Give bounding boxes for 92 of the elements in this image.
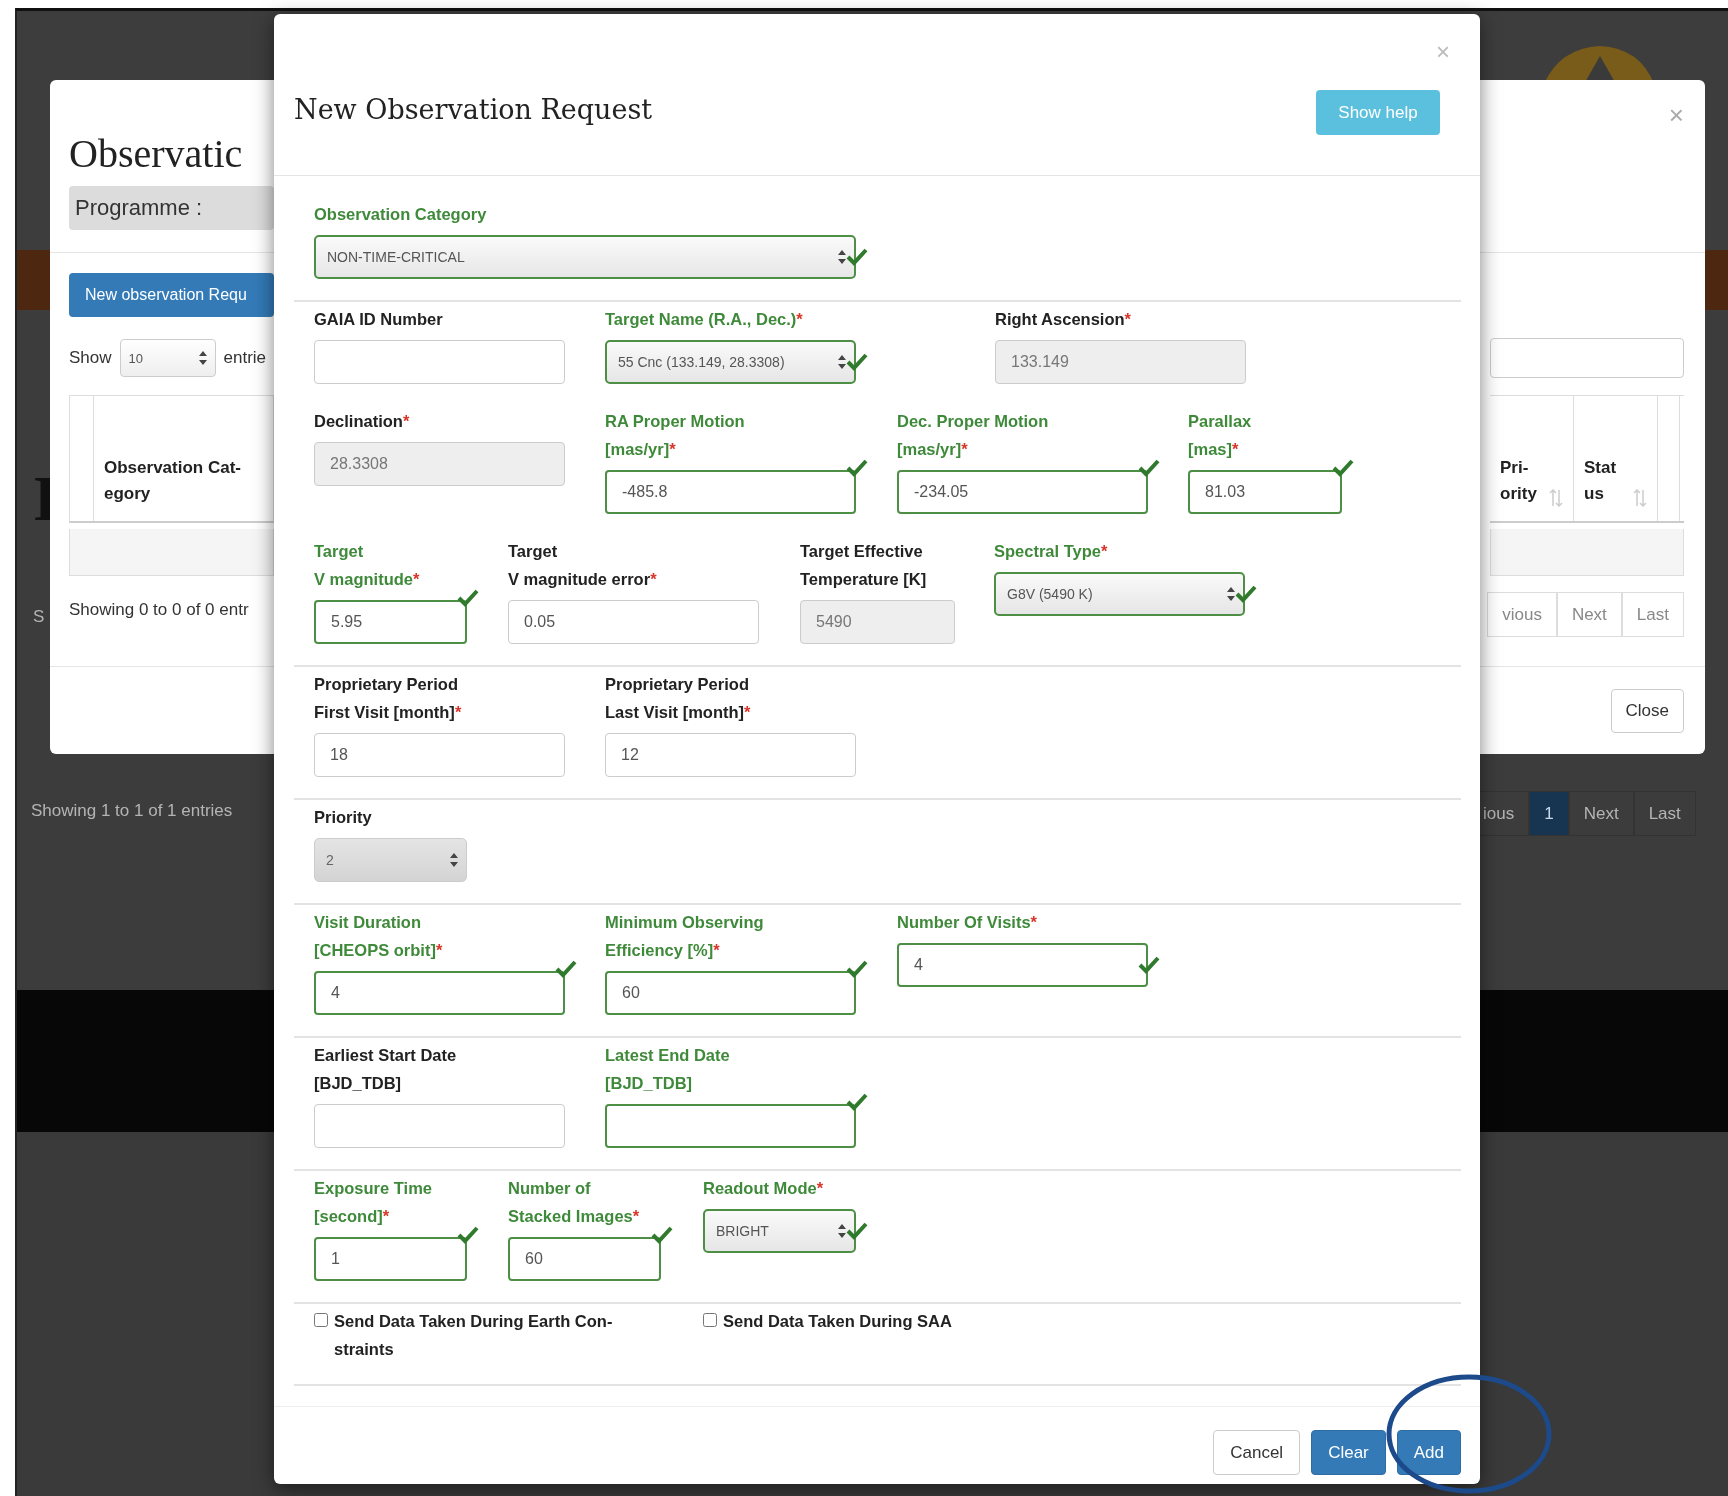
- dropdown[interactable]: 55 Cnc (133.149, 28.3308): [605, 340, 856, 384]
- page-link[interactable]: Next: [1568, 791, 1634, 836]
- table-info: Showing 0 to 0 of 0 entr: [69, 600, 250, 620]
- check-icon: [846, 248, 868, 266]
- dropdown[interactable]: NON-TIME-CRITICAL: [314, 235, 856, 279]
- updown-icon: [450, 853, 458, 867]
- field-label: RA Proper Motion [mas/yr]*: [605, 412, 745, 458]
- field-label: Priority: [314, 808, 372, 826]
- column-header: Stat us: [1584, 457, 1617, 505]
- page-link[interactable]: vious: [1487, 592, 1557, 637]
- column-header: Pri- ority: [1500, 457, 1537, 505]
- check-icon: [1138, 956, 1160, 974]
- programme-label: Programme :: [69, 186, 274, 230]
- field-label: Target V magnitude error*: [508, 542, 657, 588]
- text-input[interactable]: 18: [314, 733, 565, 777]
- field-label: Observation Category: [314, 205, 487, 223]
- page-link[interactable]: 1: [1529, 791, 1569, 836]
- field-label: Number of Stacked Images*: [508, 1179, 640, 1225]
- text-input[interactable]: 60: [508, 1237, 661, 1281]
- close-button[interactable]: Close: [1610, 689, 1684, 733]
- text-input[interactable]: 81.03: [1188, 470, 1342, 514]
- dropdown[interactable]: G8V (5490 K): [994, 572, 1245, 616]
- field-label: Parallax [mas]*: [1188, 412, 1252, 458]
- modal-title: Observatic: [69, 130, 244, 178]
- text-input[interactable]: 0.05: [508, 600, 759, 644]
- field-label: Declination*: [314, 412, 410, 430]
- check-icon: [457, 1226, 479, 1244]
- sort-icon: [1549, 489, 1563, 507]
- check-icon: [846, 353, 868, 371]
- field-label: Visit Duration [CHEOPS orbit]*: [314, 913, 443, 959]
- page-text: S: [33, 607, 45, 627]
- text-input[interactable]: 60: [605, 971, 856, 1015]
- field-label: Earliest Start Date [BJD_TDB]: [314, 1046, 457, 1092]
- text-input[interactable]: 12: [605, 733, 856, 777]
- check-icon: [846, 459, 868, 477]
- search-field[interactable]: [1490, 338, 1684, 378]
- check-icon: [555, 960, 577, 978]
- field-label: Minimum Observing Efficiency [%]*: [605, 913, 764, 959]
- text-input[interactable]: [314, 1104, 565, 1148]
- field-label: Right Ascension*: [995, 310, 1131, 328]
- entries-label: entrie: [223, 348, 267, 368]
- updown-icon: [838, 250, 846, 264]
- sort-icon: [1633, 489, 1647, 507]
- checkbox[interactable]: [314, 1313, 328, 1327]
- updown-icon: [1227, 587, 1235, 601]
- show-label: Show: [69, 348, 112, 368]
- field-label: Target V magnitude*: [314, 542, 420, 588]
- checkbox[interactable]: [703, 1313, 717, 1327]
- page-link[interactable]: Last: [1621, 592, 1684, 637]
- text-input[interactable]: 1: [314, 1237, 467, 1281]
- dropdown[interactable]: BRIGHT: [703, 1209, 856, 1253]
- text-input[interactable]: 5.95: [314, 600, 467, 644]
- field-label: Spectral Type*: [994, 542, 1108, 560]
- checkbox-label: Send Data Taken During Earth Con- straints: [334, 1311, 613, 1360]
- text-input[interactable]: 4: [314, 971, 565, 1015]
- field-label: Dec. Proper Motion [mas/yr]*: [897, 412, 1049, 458]
- field-label: Target Name (R.A., Dec.)*: [605, 310, 803, 328]
- text-input[interactable]: -485.8: [605, 470, 856, 514]
- field-label: Readout Mode*: [703, 1179, 824, 1197]
- field-label: Exposure Time [second]*: [314, 1179, 432, 1225]
- check-icon: [846, 1222, 868, 1240]
- field-label: Proprietary Period Last Visit [month]*: [605, 675, 751, 721]
- field-label: Number Of Visits*: [897, 913, 1037, 931]
- field-label: Target Effective Temperature [K]: [800, 542, 927, 588]
- check-icon: [1332, 459, 1354, 477]
- cancel-button[interactable]: Cancel: [1213, 1430, 1301, 1475]
- check-icon: [651, 1226, 673, 1244]
- text-input[interactable]: [605, 1104, 856, 1148]
- checkbox-label: Send Data Taken During SAA: [723, 1311, 952, 1332]
- page-size-select[interactable]: 10: [119, 339, 216, 377]
- check-icon: [846, 960, 868, 978]
- field-label: Proprietary Period First Visit [month]*: [314, 675, 462, 721]
- check-icon: [457, 589, 479, 607]
- add-button[interactable]: Add: [1396, 1430, 1461, 1475]
- text-input[interactable]: 4: [897, 943, 1148, 987]
- column-header: Observation Cat- egory: [104, 457, 241, 505]
- updown-icon: [838, 1224, 846, 1238]
- check-icon: [846, 1093, 868, 1111]
- field-label: Latest End Date [BJD_TDB]: [605, 1046, 730, 1092]
- text-input[interactable]: -234.05: [897, 470, 1148, 514]
- updown-icon: [198, 351, 207, 365]
- entries-info: Showing 1 to 1 of 1 entries: [31, 801, 233, 821]
- check-icon: [1138, 459, 1160, 477]
- updown-icon: [838, 355, 846, 369]
- page-link[interactable]: Next: [1556, 592, 1622, 637]
- field-label: GAIA ID Number: [314, 310, 443, 328]
- check-icon: [1235, 585, 1257, 603]
- page-link[interactable]: Last: [1633, 791, 1696, 836]
- clear-button[interactable]: Clear: [1311, 1430, 1386, 1475]
- text-input[interactable]: [314, 340, 565, 384]
- dialog-title: New Observation Request: [294, 94, 653, 125]
- new-request-button[interactable]: New observation Requ: [69, 273, 274, 317]
